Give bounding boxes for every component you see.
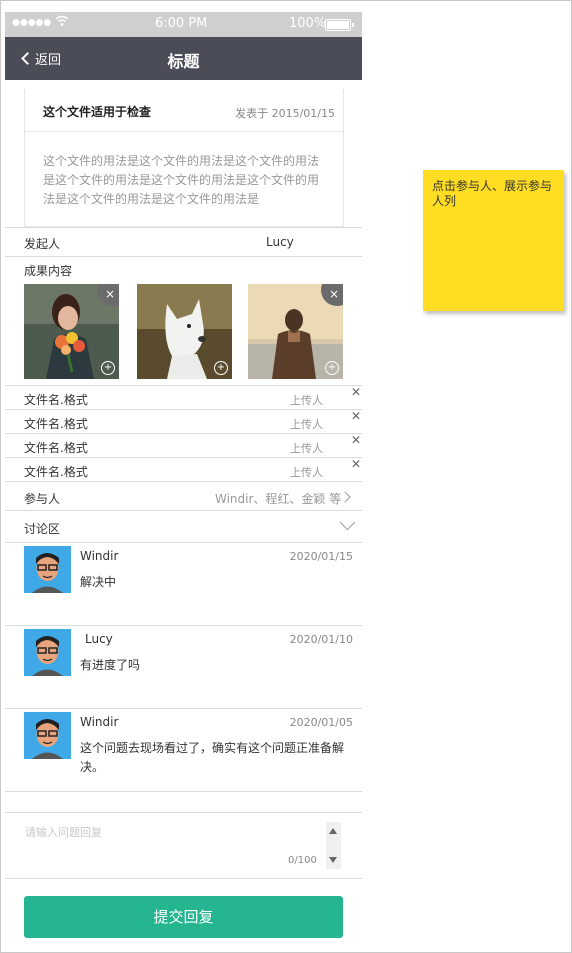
comment-item: Windir 2020/01/15 解决中 [5,543,362,625]
comment-author: Lucy [85,632,113,646]
comment-author: Windir [80,549,119,563]
comment-text: 这个问题去现场看过了，确实有这个问题正准备解决。 [80,741,345,774]
result-image[interactable]: + × [248,284,343,379]
zoom-icon[interactable]: + [325,361,339,375]
page-title: 标题 [167,52,200,71]
comment-text: 解决中 [80,575,117,589]
scrollbar[interactable] [326,822,341,869]
participants-row[interactable]: 参与人 Windir、程红、金颖 等 [5,482,362,510]
status-bar: ●●●●● 6:00 PM 100% [5,12,362,37]
file-row[interactable]: 文件名.格式 上传人 ✕ [5,433,362,458]
discussion-row[interactable]: 讨论区 [5,511,362,542]
status-time: 6:00 PM [155,16,208,31]
annotation-text: 点击参与人、展示参与人列 [432,179,553,208]
reply-input[interactable]: 请输入问题回复 0/100 [5,812,362,879]
reply-placeholder: 请输入问题回复 [25,826,102,839]
avatar [24,712,71,759]
comment-date: 2020/01/10 [289,633,353,646]
result-image[interactable]: + [137,284,232,379]
avatar [24,629,71,676]
annotation-note: 点击参与人、展示参与人列 [423,170,564,311]
comment-text: 有进度了吗 [80,658,141,672]
battery-icon [325,19,354,31]
battery-text: 100% [289,16,327,31]
discussion-label: 讨论区 [24,522,61,536]
document-date: 发表于 2015/01/15 [235,107,335,120]
close-icon[interactable]: ✕ [351,457,361,471]
file-name: 文件名.格式 [24,465,88,479]
divider [5,256,362,257]
results-label-text: 成果内容 [24,264,73,278]
initiator-label: 发起人 [24,237,61,251]
comment-author: Windir [80,715,119,729]
file-name: 文件名.格式 [24,393,88,407]
signal-icon: ●●●●● [12,18,52,28]
close-icon[interactable]: ✕ [351,385,361,399]
file-uploader: 上传人 [290,394,323,407]
initiator-row: 发起人 Lucy [5,228,362,256]
chevron-down-icon [339,514,356,531]
file-uploader: 上传人 [290,442,323,455]
result-image[interactable]: + × [24,284,119,379]
avatar [24,546,71,593]
nav-bar: 返回 标题 [5,37,362,80]
file-uploader: 上传人 [290,466,323,479]
file-row[interactable]: 文件名.格式 上传人 ✕ [5,409,362,434]
comment-date: 2020/01/15 [289,550,353,563]
scroll-down-icon[interactable] [329,857,337,863]
participants-value: Windir、程红、金颖 等 [215,492,342,506]
participants-label: 参与人 [24,492,61,506]
phone-screen: ●●●●● 6:00 PM 100% 返回 标题 这个文件适用于检查 发表于 2… [5,12,362,947]
file-uploader: 上传人 [290,418,323,431]
document-card: 这个文件适用于检查 发表于 2015/01/15 这个文件的用法是这个文件的用法… [24,89,344,227]
comment-item: Windir 2020/01/05 这个问题去现场看过了，确实有这个问题正准备解… [5,709,362,791]
zoom-icon[interactable]: + [214,361,228,375]
divider [25,131,343,132]
wifi-icon [55,15,69,31]
close-icon[interactable]: ✕ [351,409,361,423]
file-name: 文件名.格式 [24,441,88,455]
divider [5,791,362,792]
comment-item: Lucy 2020/01/10 有进度了吗 [5,626,362,708]
file-name: 文件名.格式 [24,417,88,431]
file-row[interactable]: 文件名.格式 上传人 ✕ [5,457,362,482]
close-icon[interactable]: ✕ [351,433,361,447]
submit-reply-button[interactable]: 提交回复 [24,896,343,938]
scroll-up-icon[interactable] [329,828,337,834]
file-row[interactable]: 文件名.格式 上传人 ✕ [5,385,362,410]
initiator-value: Lucy [266,235,294,249]
document-body: 这个文件的用法是这个文件的用法是这个文件的用法是这个文件的用法是这个文件的用法是… [43,154,320,206]
comment-date: 2020/01/05 [289,716,353,729]
char-counter: 0/100 [288,855,317,866]
document-title: 这个文件适用于检查 [43,105,152,119]
zoom-icon[interactable]: + [101,361,115,375]
